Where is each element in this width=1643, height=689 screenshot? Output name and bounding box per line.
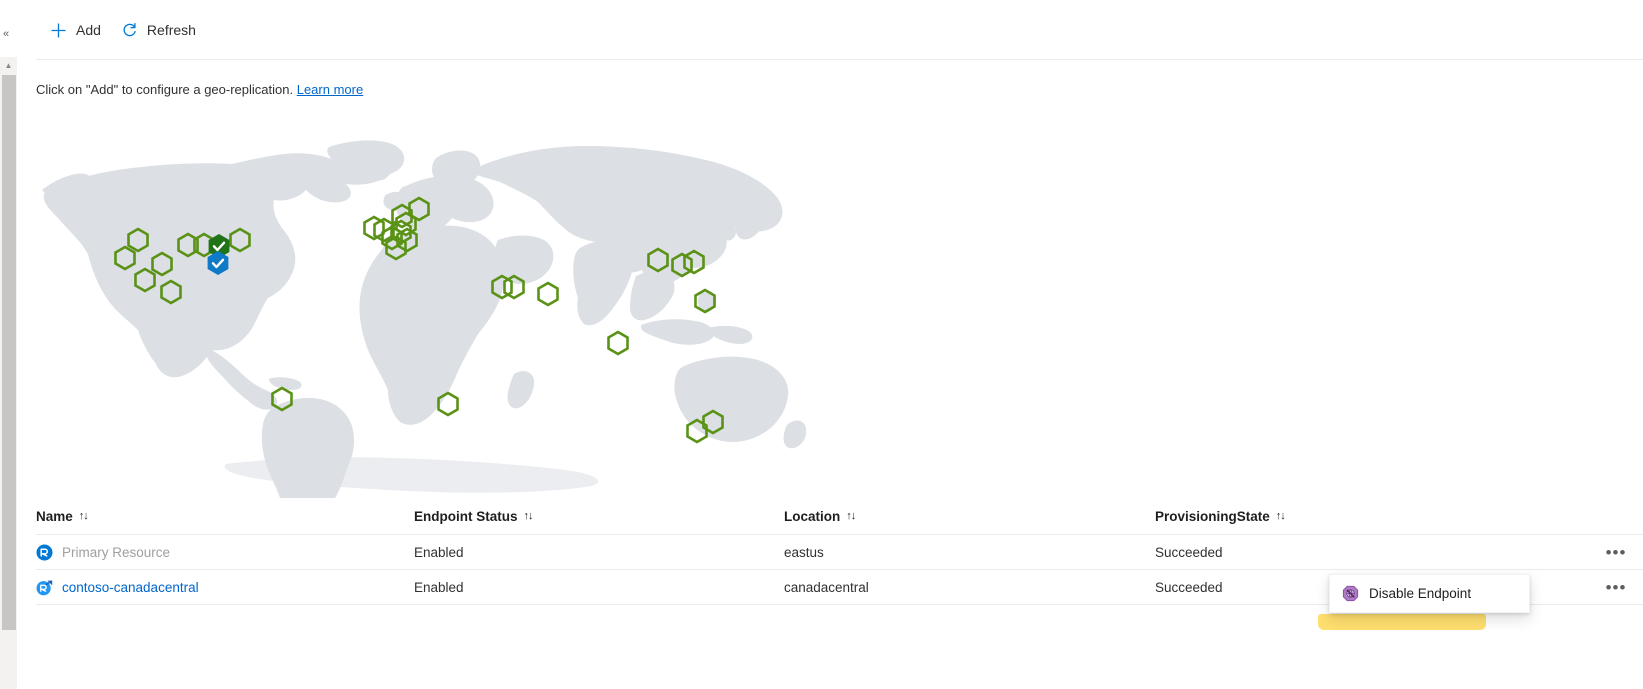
world-map-svg bbox=[42, 140, 806, 498]
context-menu-item-disable-endpoint[interactable]: Disable Endpoint bbox=[1342, 575, 1529, 612]
sort-icon[interactable]: ↑↓ bbox=[79, 510, 89, 522]
column-header-endpoint-status-label: Endpoint Status bbox=[414, 508, 518, 524]
row-provisioning-state: Succeeded bbox=[1155, 544, 1223, 560]
disable-endpoint-icon bbox=[1342, 585, 1359, 602]
map-marker-region bbox=[537, 281, 559, 307]
row-context-menu[interactable]: Disable Endpoint bbox=[1329, 574, 1530, 613]
geo-replication-world-map[interactable] bbox=[36, 128, 806, 498]
column-header-location[interactable]: Location ↑↓ bbox=[784, 509, 1155, 524]
row-name-cell: Primary Resource bbox=[36, 544, 414, 561]
refresh-button-label: Refresh bbox=[146, 22, 196, 38]
row-endpoint-status: Enabled bbox=[414, 579, 464, 595]
sort-icon[interactable]: ↑↓ bbox=[1276, 510, 1286, 522]
table-row[interactable]: Primary Resource Enabled eastus Succeede… bbox=[36, 535, 1643, 570]
sort-icon[interactable]: ↑↓ bbox=[524, 510, 534, 522]
sort-icon[interactable]: ↑↓ bbox=[846, 510, 856, 522]
column-header-location-label: Location bbox=[784, 508, 841, 524]
scroll-up-arrow-icon[interactable]: ▲ bbox=[0, 57, 17, 74]
row-location: eastus bbox=[784, 544, 824, 560]
map-marker-region bbox=[437, 391, 459, 417]
collapse-panel-chevron-icon[interactable]: « bbox=[0, 25, 12, 43]
table-header-row: Name ↑↓ Endpoint Status ↑↓ Location ↑↓ P… bbox=[36, 498, 1643, 535]
column-header-provisioning-state-label: ProvisioningState bbox=[1155, 508, 1270, 524]
context-menu-item-label: Disable Endpoint bbox=[1369, 586, 1472, 601]
refresh-icon bbox=[121, 22, 138, 39]
command-bar-divider bbox=[36, 59, 1643, 60]
add-button[interactable]: Add bbox=[40, 12, 111, 48]
container-registry-icon bbox=[36, 544, 53, 561]
column-header-provisioning-state[interactable]: ProvisioningState ↑↓ bbox=[1155, 509, 1575, 524]
highlighter-annotation bbox=[1318, 614, 1486, 630]
plus-icon bbox=[50, 22, 67, 39]
container-registry-replica-icon bbox=[36, 579, 53, 596]
row-more-actions-button[interactable]: ••• bbox=[1601, 574, 1631, 600]
row-more-actions-button[interactable]: ••• bbox=[1601, 539, 1631, 565]
learn-more-link[interactable]: Learn more bbox=[297, 82, 363, 97]
column-header-endpoint-status[interactable]: Endpoint Status ↑↓ bbox=[414, 509, 784, 524]
row-name-link[interactable]: contoso-canadacentral bbox=[62, 580, 199, 595]
row-name-label: Primary Resource bbox=[62, 544, 171, 560]
geo-replication-hint: Click on "Add" to configure a geo-replic… bbox=[36, 82, 363, 97]
column-header-name-label: Name bbox=[36, 508, 73, 524]
geo-replication-hint-text: Click on "Add" to configure a geo-replic… bbox=[36, 82, 294, 97]
map-marker-region bbox=[607, 330, 629, 356]
map-landmasses bbox=[42, 140, 806, 498]
row-location: canadacentral bbox=[784, 579, 869, 595]
refresh-button[interactable]: Refresh bbox=[111, 12, 206, 48]
column-header-name[interactable]: Name ↑↓ bbox=[36, 509, 414, 524]
vertical-scrollbar-thumb[interactable] bbox=[2, 75, 16, 630]
row-name-cell: contoso-canadacentral bbox=[36, 579, 414, 596]
row-endpoint-status: Enabled bbox=[414, 544, 464, 560]
add-button-label: Add bbox=[76, 22, 101, 38]
command-bar: Add Refresh bbox=[18, 0, 1643, 60]
